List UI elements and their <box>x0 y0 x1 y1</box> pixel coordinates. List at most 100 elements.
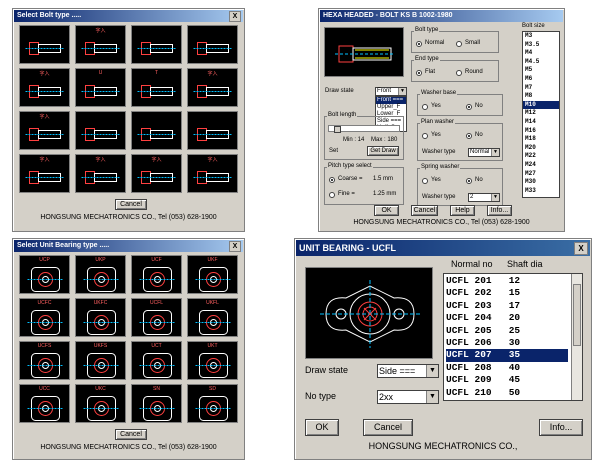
bolt-size-item[interactable]: M30 <box>523 178 559 187</box>
chevron-down-icon[interactable]: ▼ <box>491 149 499 156</box>
bolt-size-item[interactable]: M14 <box>523 118 559 127</box>
info-button[interactable]: Info... <box>487 205 512 216</box>
bolt-size-item[interactable]: M20 <box>523 144 559 153</box>
bolt-size-item[interactable]: M12 <box>523 109 559 118</box>
bolt-type-tile[interactable]: T <box>131 68 182 107</box>
bolt-type-tile[interactable]: 字入 <box>19 111 70 150</box>
close-icon[interactable]: X <box>229 241 241 252</box>
list-scrollbar[interactable] <box>571 274 582 400</box>
unit-type-tile[interactable]: UCFS <box>19 341 70 380</box>
normal-radio[interactable] <box>416 41 422 47</box>
list-item[interactable]: UCFL 206 30 <box>446 337 568 349</box>
coarse-radio[interactable] <box>329 177 335 183</box>
unit-type-tile[interactable]: UKC <box>75 384 126 423</box>
flat-radio[interactable] <box>416 70 422 76</box>
plan-no-radio[interactable] <box>466 133 472 139</box>
chevron-down-icon[interactable]: ▼ <box>426 391 438 403</box>
chevron-down-icon[interactable]: ▼ <box>426 365 438 377</box>
bolt-size-item[interactable]: M4 <box>523 49 559 58</box>
bolt-type-tile[interactable] <box>131 25 182 64</box>
washer-no-radio[interactable] <box>466 104 472 110</box>
info-button[interactable]: Info... <box>539 419 583 436</box>
fine-radio[interactable] <box>329 192 335 198</box>
bolt-length-slider[interactable] <box>328 125 400 133</box>
bolt-size-item[interactable]: M24 <box>523 161 559 170</box>
list-item[interactable]: UCFL 209 45 <box>446 374 568 386</box>
get-draw-button[interactable]: Get Draw <box>367 146 399 156</box>
bolt-size-item[interactable]: M33 <box>523 187 559 196</box>
list-item[interactable]: UCFL 203 17 <box>446 300 568 312</box>
scrollbar-thumb[interactable] <box>573 284 581 346</box>
bolt-size-item[interactable]: M16 <box>523 127 559 136</box>
draw-state-select[interactable]: Front ▼ <box>375 87 407 96</box>
list-item[interactable]: UCFL 207 35 <box>446 349 568 362</box>
spring-yes-radio[interactable] <box>422 178 428 184</box>
bolt-size-item[interactable]: M5 <box>523 66 559 75</box>
unit-type-tile[interactable]: UCC <box>19 384 70 423</box>
bolt-size-item[interactable]: M3.5 <box>523 41 559 50</box>
close-icon[interactable]: X <box>229 11 241 22</box>
bolt-type-tile[interactable] <box>187 111 238 150</box>
bolt-type-tile[interactable]: 字入 <box>75 25 126 64</box>
unit-type-tile[interactable]: UCFL <box>131 298 182 337</box>
plan-yes-radio[interactable] <box>422 133 428 139</box>
unit-type-tile[interactable]: UCF <box>131 255 182 294</box>
washer-yes-radio[interactable] <box>422 104 428 110</box>
bolt-type-tile[interactable]: 字入 <box>75 154 126 193</box>
round-radio[interactable] <box>456 70 462 76</box>
list-item[interactable]: UCFL 205 25 <box>446 325 568 337</box>
no-type-select[interactable]: 2xx ▼ <box>377 390 439 404</box>
bolt-size-item[interactable]: M6 <box>523 75 559 84</box>
unit-type-tile[interactable]: SD <box>187 384 238 423</box>
bolt-size-item[interactable]: M10 <box>523 100 559 110</box>
bolt-type-tile[interactable] <box>187 25 238 64</box>
bolt-size-item[interactable]: M27 <box>523 170 559 179</box>
bolt-size-item[interactable]: M22 <box>523 152 559 161</box>
bolt-type-tile[interactable] <box>131 111 182 150</box>
bolt-type-tile[interactable]: 字入 <box>19 68 70 107</box>
bolt-type-tile[interactable]: 字入 <box>187 68 238 107</box>
bolt-type-tile[interactable]: 字入 <box>187 154 238 193</box>
cancel-button[interactable]: Cancel <box>115 199 147 210</box>
draw-state-select[interactable]: Side === ▼ <box>377 364 439 378</box>
close-icon[interactable]: X <box>574 242 588 255</box>
bolt-type-tile[interactable]: 字入 <box>19 154 70 193</box>
bolt-size-item[interactable]: M18 <box>523 135 559 144</box>
unit-type-tile[interactable]: UCFC <box>19 298 70 337</box>
bolt-type-tile[interactable]: 字入 <box>131 154 182 193</box>
unit-type-tile[interactable]: UKFS <box>75 341 126 380</box>
draw-state-option[interactable]: Front === <box>376 97 406 104</box>
chevron-down-icon[interactable]: ▼ <box>491 194 499 201</box>
slider-thumb[interactable] <box>334 126 341 133</box>
bolt-size-item[interactable]: M4.5 <box>523 58 559 67</box>
list-item[interactable]: UCFL 210 50 <box>446 387 568 399</box>
unit-type-tile[interactable]: UCP <box>19 255 70 294</box>
unit-type-tile[interactable]: UKFL <box>187 298 238 337</box>
unit-type-tile[interactable]: UKT <box>187 341 238 380</box>
bearing-size-list[interactable]: UCFL 201 12 UCFL 202 15 UCFL 203 17 UCFL 20… <box>443 273 583 401</box>
list-item[interactable]: UCFL 201 12 <box>446 275 568 287</box>
ok-button[interactable]: OK <box>374 205 399 216</box>
bolt-type-tile[interactable] <box>75 111 126 150</box>
unit-type-tile[interactable]: UKFC <box>75 298 126 337</box>
unit-type-tile[interactable]: SN <box>131 384 182 423</box>
bolt-type-tile[interactable] <box>19 25 70 64</box>
bolt-size-item[interactable]: M8 <box>523 92 559 101</box>
list-item[interactable]: UCFL 202 15 <box>446 287 568 299</box>
draw-state-option[interactable]: Upper_F <box>376 104 406 111</box>
unit-type-tile[interactable]: UKP <box>75 255 126 294</box>
help-button[interactable]: Help <box>450 205 475 216</box>
ok-button[interactable]: OK <box>305 419 339 436</box>
bolt-size-item[interactable]: M3 <box>523 32 559 41</box>
cancel-button[interactable]: Cancel <box>411 205 438 216</box>
spring-no-radio[interactable] <box>466 178 472 184</box>
spring-type-select[interactable]: 2 ▼ <box>468 193 500 202</box>
washer-type-select[interactable]: Normal ▼ <box>468 148 500 157</box>
bolt-size-list[interactable]: M3 M3.5 M4 M4.5 M5 M6 M7 M8 M10 M12 M14 M16 M18 M20 M2… <box>522 31 560 198</box>
small-radio[interactable] <box>456 41 462 47</box>
unit-type-tile[interactable]: UKF <box>187 255 238 294</box>
bolt-type-tile[interactable]: U <box>75 68 126 107</box>
chevron-down-icon[interactable]: ▼ <box>398 88 406 95</box>
bolt-size-item[interactable]: M7 <box>523 84 559 93</box>
cancel-button[interactable]: Cancel <box>363 419 413 436</box>
